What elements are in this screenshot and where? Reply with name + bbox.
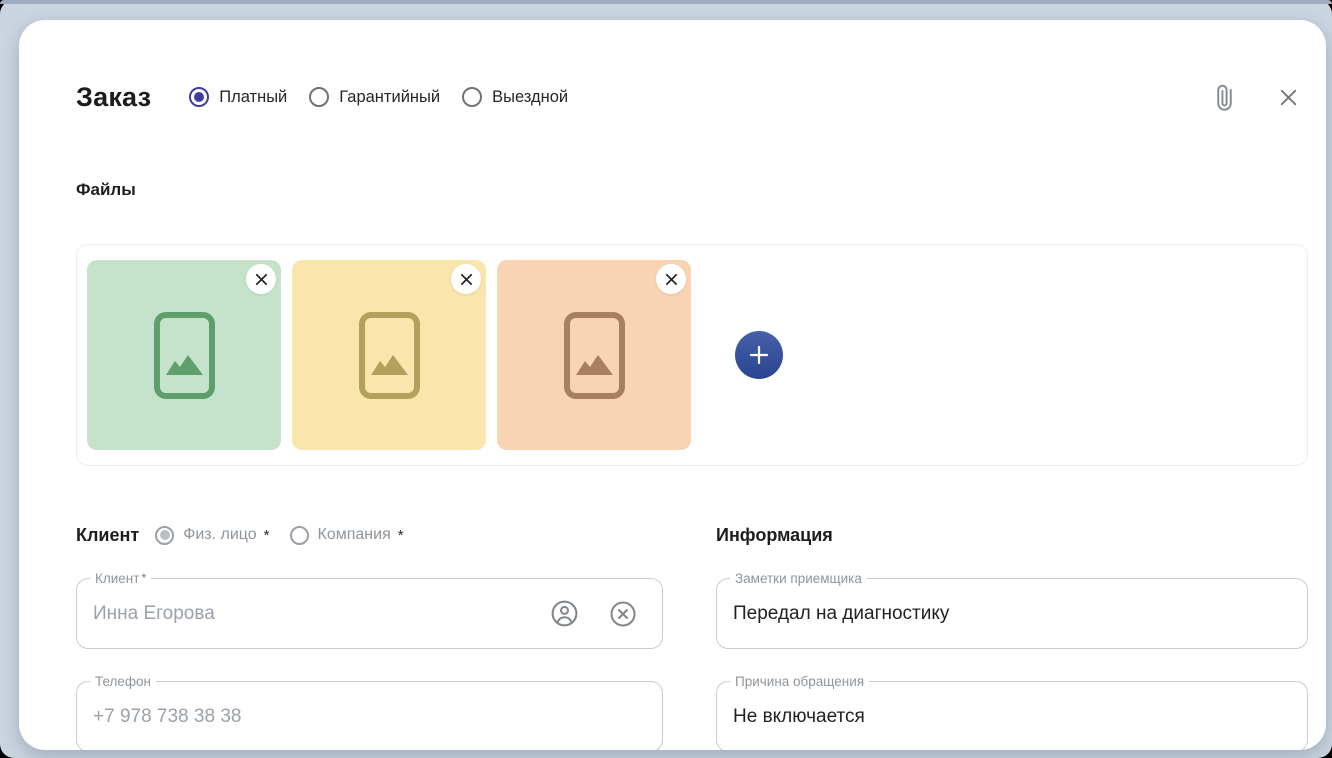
radio-client-company[interactable]: Компания * [290, 526, 404, 545]
attach-button[interactable] [1210, 83, 1239, 112]
receiver-notes-field: Заметки приемщика [716, 578, 1308, 649]
order-type-radio-group: Платный Гарантийный Выездной [189, 87, 568, 107]
radio-selected-icon [189, 87, 209, 107]
client-phone-input[interactable] [77, 682, 662, 750]
close-button[interactable] [1275, 84, 1302, 111]
radio-order-paid[interactable]: Платный [189, 87, 287, 107]
clear-circle-icon [608, 599, 638, 629]
radio-unselected-icon [462, 87, 482, 107]
remove-icon [665, 273, 678, 286]
client-name-field: Клиент* [76, 578, 663, 649]
order-modal: Заказ Платный Гарантийный Выездной [19, 20, 1326, 750]
radio-order-onsite[interactable]: Выездной [462, 87, 568, 107]
image-placeholder-icon [563, 311, 626, 400]
select-client-button[interactable] [547, 596, 582, 631]
image-placeholder-icon [358, 311, 421, 400]
page-title: Заказ [76, 82, 151, 113]
clear-client-button[interactable] [606, 597, 640, 631]
close-icon [1277, 86, 1300, 109]
remove-file-button[interactable] [246, 264, 276, 294]
add-file-button[interactable] [735, 331, 783, 379]
client-section-title: Клиент [76, 525, 139, 546]
remove-icon [460, 273, 473, 286]
client-type-radio-group: Физ. лицо * Компания * [155, 526, 403, 545]
remove-icon [255, 273, 268, 286]
person-circle-icon [549, 598, 580, 629]
radio-order-warranty[interactable]: Гарантийный [309, 87, 440, 107]
radio-unselected-icon [309, 87, 329, 107]
files-section-title: Файлы [76, 180, 1308, 200]
image-placeholder-icon [153, 311, 216, 400]
request-reason-field: Причина обращения [716, 681, 1308, 750]
receiver-notes-input[interactable] [717, 579, 1307, 648]
info-section: Информация Заметки приемщика Причина обр… [716, 518, 1308, 750]
radio-selected-disabled-icon [155, 526, 174, 545]
files-container [76, 244, 1308, 466]
info-section-title: Информация [716, 525, 833, 546]
radio-client-person[interactable]: Физ. лицо * [155, 526, 269, 545]
client-section: Клиент Физ. лицо * Компания * [76, 518, 663, 750]
remove-file-button[interactable] [451, 264, 481, 294]
file-thumbnail-3[interactable] [497, 260, 691, 450]
radio-unselected-icon [290, 526, 309, 545]
file-thumbnail-1[interactable] [87, 260, 281, 450]
paperclip-icon [1207, 79, 1242, 114]
plus-icon [748, 344, 770, 366]
request-reason-input[interactable] [717, 682, 1307, 750]
file-thumbnail-2[interactable] [292, 260, 486, 450]
remove-file-button[interactable] [656, 264, 686, 294]
modal-header: Заказ Платный Гарантийный Выездной [76, 78, 1308, 116]
client-phone-field: Телефон [76, 681, 663, 750]
